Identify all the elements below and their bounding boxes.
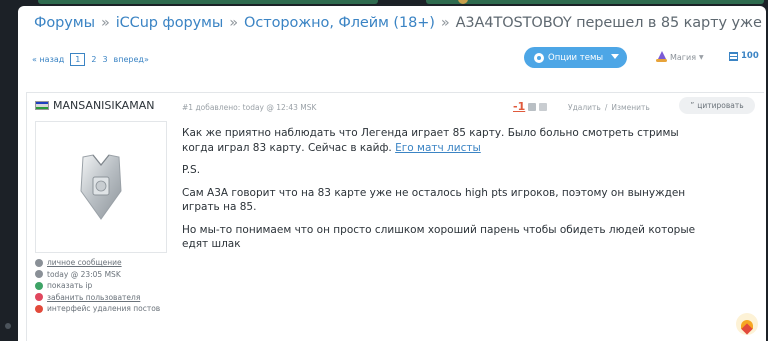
side-link-row[interactable]: показать ip <box>35 280 160 292</box>
breadcrumb-current-thread: A3A4TOSTOBOY перешел в 85 карту уже офиц… <box>455 15 766 31</box>
side-link-row[interactable]: личное сообщение <box>35 257 160 269</box>
post-paragraph: Сам A3A говорит что на 83 карте уже не о… <box>182 186 686 214</box>
breadcrumb-iccup-forums[interactable]: iCCup форумы <box>116 15 224 31</box>
thumbs-up-icon[interactable] <box>528 102 537 111</box>
left-edge <box>0 6 18 341</box>
thumbs-down-icon[interactable] <box>539 102 548 111</box>
breadcrumb-flame[interactable]: Осторожно, Флейм (18+) <box>244 15 435 31</box>
pager-prev-link[interactable]: « назад <box>32 55 64 64</box>
chevron-down-icon <box>611 54 619 59</box>
side-link-row: today @ 23:05 MSK <box>35 269 160 281</box>
slash-separator: / <box>604 103 608 112</box>
quote-icon: ” <box>690 101 695 110</box>
flag-icon <box>35 101 49 110</box>
post-author[interactable]: MANSANISIKAMAN <box>35 99 154 112</box>
top-banner-left[interactable] <box>38 0 378 4</box>
ban-user-link[interactable]: забанить пользователя <box>47 293 140 302</box>
thread-options-label: Опции темы <box>548 52 604 63</box>
post-body: Как же приятно наблюдать что Легенда игр… <box>182 126 702 260</box>
post-rating[interactable]: -1 <box>513 100 548 113</box>
delete-icon <box>35 304 43 313</box>
post-count-value: 100 <box>741 51 759 61</box>
breadcrumb-separator: » <box>100 15 110 31</box>
user-side-links: личное сообщение today @ 23:05 MSK показ… <box>35 257 160 315</box>
list-icon <box>729 51 738 61</box>
quote-button[interactable]: ” цитировать <box>679 97 755 114</box>
pager-next-link[interactable]: вперед» <box>114 55 149 64</box>
delete-posts-link[interactable]: интерфейс удаления постов <box>47 304 160 313</box>
top-banner-right[interactable] <box>426 0 764 4</box>
post-paragraph: Как же приятно наблюдать что Легенда игр… <box>182 126 702 155</box>
side-link-row[interactable]: забанить пользователя <box>35 292 160 304</box>
pager-page-3[interactable]: 3 <box>102 55 107 64</box>
last-seen-text: today @ 23:05 MSK <box>47 269 121 279</box>
chevron-down-icon: ▼ <box>699 53 704 61</box>
private-message-link[interactable]: личное сообщение <box>47 258 122 267</box>
post-info: #1 добавлено: today @ 12:43 MSK <box>182 103 317 112</box>
forum-post: MANSANISIKAMAN #1 добавлено: today @ 12:… <box>26 92 764 341</box>
post-paragraph: Но мы-то понимаем что он просто слишком … <box>182 223 696 251</box>
edit-link[interactable]: Изменить <box>611 103 649 112</box>
post-actions: Удалить / Изменить <box>568 103 650 112</box>
content-panel: Форумы » iCCup форумы » Осторожно, Флейм (18… <box>18 6 766 341</box>
thread-options-button[interactable]: Опции темы <box>524 47 627 68</box>
message-icon <box>35 258 43 267</box>
pagination: « назад 1 2 3 вперед» <box>32 53 155 66</box>
post-paragraph: P.S. <box>182 164 201 176</box>
breadcrumb-separator: » <box>440 15 450 31</box>
post-count[interactable]: 100 <box>729 51 759 61</box>
pager-page-2[interactable]: 2 <box>91 55 96 64</box>
breadcrumb-forums[interactable]: Форумы <box>34 15 95 31</box>
post-author-name: MANSANISIKAMAN <box>53 99 155 112</box>
show-ip-link[interactable]: показать ip <box>47 281 92 290</box>
heart-icon <box>741 319 753 329</box>
scroll-dot-icon <box>5 323 11 329</box>
side-link-row[interactable]: интерфейс удаления постов <box>35 303 160 315</box>
quote-label: цитировать <box>697 101 744 110</box>
post-rating-value: -1 <box>513 100 526 113</box>
magic-label: Магия <box>670 52 697 62</box>
match-list-link[interactable]: Его матч листы <box>395 142 481 154</box>
rank-badge-icon <box>80 154 122 220</box>
ip-icon <box>35 281 43 290</box>
magic-dropdown[interactable]: Магия ▼ <box>656 51 704 63</box>
breadcrumb: Форумы » iCCup форумы » Осторожно, Флейм (18… <box>34 15 766 31</box>
wizard-hat-icon <box>656 51 667 63</box>
breadcrumb-separator: » <box>229 15 239 31</box>
pager-page-1[interactable]: 1 <box>70 53 86 66</box>
clock-icon <box>35 270 43 279</box>
gear-icon <box>534 52 544 63</box>
delete-link[interactable]: Удалить <box>568 103 601 112</box>
coin-icon <box>458 0 468 4</box>
like-button[interactable] <box>736 313 758 335</box>
ban-icon <box>35 293 43 302</box>
avatar[interactable] <box>35 121 167 253</box>
